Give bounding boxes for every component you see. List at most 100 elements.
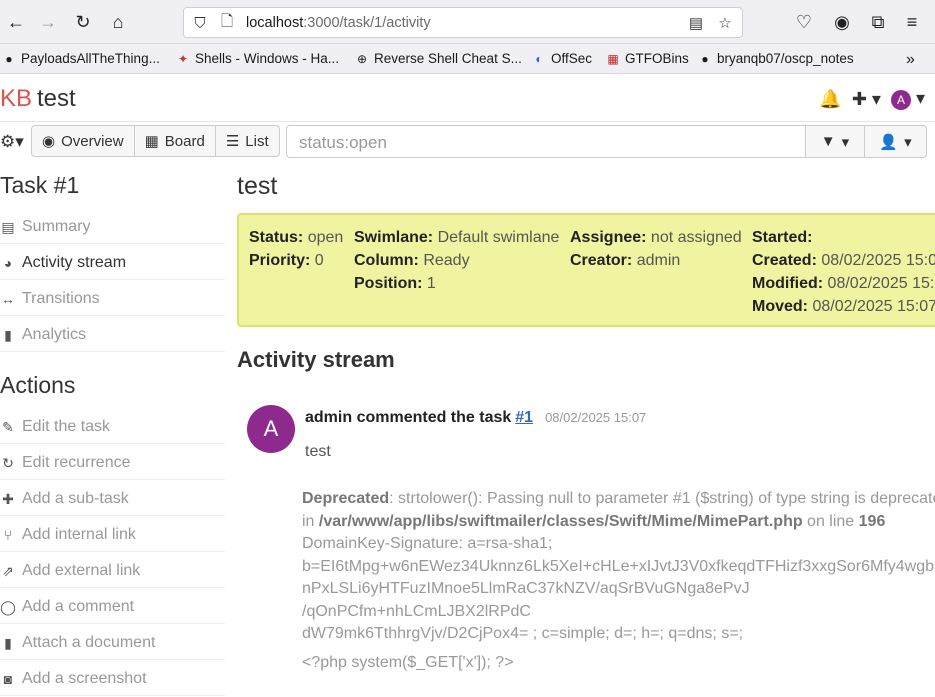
action-add-external-link[interactable]: ⇗ Add external link [0, 559, 140, 583]
filter-dropdown-button[interactable]: ▼ ▾ [805, 125, 865, 158]
sidebar-actions-title: Actions [0, 372, 76, 398]
dkim-line: dW79mk6TthhrgVjv/D2CjPox4= ; c=simple; d… [302, 625, 744, 642]
field-moved: Moved: 08/02/2025 15:07 [752, 298, 935, 315]
field-position: Position: 1 [354, 275, 436, 292]
avatar: A [890, 90, 911, 110]
sidebar-item-activity-stream[interactable]: ◕ Activity stream [0, 251, 126, 275]
dkim-line: b=EI6tMpg+w6nEWez34Uknnz6Lk5XeI+cHLe+xIJ… [302, 557, 935, 575]
app-header: KB test 🔔 ✚ ▾ A ▾ [0, 74, 935, 122]
globe-icon: ⊕ [356, 51, 368, 66]
refresh-icon: ↻ [2, 454, 14, 471]
newspaper-icon: ▤ [1, 218, 15, 235]
action-attach-document[interactable]: ▮ Attach a document [0, 631, 155, 655]
sidebar-divider [0, 279, 225, 280]
field-created: Created: 08/02/2025 15:0 [752, 252, 935, 269]
eye-icon: ◉ [42, 133, 56, 150]
page-info-icon[interactable]: 🗋 [217, 13, 237, 33]
pocket-icon[interactable]: ♡ [792, 10, 816, 34]
avatar: A [247, 405, 295, 453]
bookmark-3[interactable]: ◐ OffSec [532, 51, 592, 66]
field-modified: Modified: 08/02/2025 15: [752, 275, 935, 292]
comment-text: test [305, 443, 331, 460]
task-title: test [237, 172, 278, 200]
field-column: Column: Ready [354, 252, 470, 269]
view-overview-button[interactable]: ◉ Overview [31, 125, 135, 157]
action-add-subtask[interactable]: ✚ Add a sub-task [0, 487, 129, 511]
bookmarks-bar: ● PayloadsAllTheThing... ✦ Shells - Window… [0, 44, 935, 74]
browser-toolbar: ← → ↻ ⌂ ⛉ 🗋 localhost:3000/task/1/activi… [0, 0, 935, 44]
action-add-comment[interactable]: ◯ Add a comment [0, 595, 134, 619]
extension-avatar-icon[interactable]: ◉ [830, 10, 854, 34]
field-creator: Creator: admin [570, 252, 681, 269]
view-board-button[interactable]: ▦ Board [133, 125, 216, 157]
deprecated-warning: Deprecated: strtolower(): Passing null t… [302, 488, 935, 646]
field-assignee: Assignee: not assigned [570, 229, 742, 246]
url-bar[interactable]: ⛉ 🗋 localhost:3000/task/1/activity ▤ ☆ [183, 7, 743, 38]
dkim-line: nPxLSLi6yHTFuzIMnoe5LlmRaC37kNZV/aqSrBVu… [302, 580, 750, 597]
action-add-screenshot[interactable]: ◙ Add a screenshot [0, 667, 147, 691]
code-fork-icon: ⑂ [3, 527, 13, 543]
user-menu[interactable]: A ▾ [890, 88, 925, 110]
bookmark-1[interactable]: ✦ Shells - Windows - Ha... [176, 51, 339, 66]
filter-bar: ⚙▾ ◉ Overview ▦ Board ☰ List status:open ▼ ▾… [0, 124, 935, 160]
external-link-icon: ⇗ [2, 562, 14, 579]
home-icon[interactable]: ⌂ [106, 10, 130, 34]
shield-icon[interactable]: ⛉ [190, 13, 210, 33]
bookmark-star-icon[interactable]: ☆ [715, 13, 735, 33]
board-icon: ▦ [144, 133, 159, 150]
add-menu-icon[interactable]: ✚ ▾ [852, 89, 881, 110]
user-filter-button[interactable]: 👤 ▾ [864, 125, 927, 158]
sidebar-item-analytics[interactable]: ▮ Analytics [0, 323, 86, 347]
view-list-button[interactable]: ☰ List [214, 125, 280, 157]
menu-icon[interactable]: ≡ [900, 10, 924, 34]
action-add-internal-link[interactable]: ⑂ Add internal link [0, 523, 136, 547]
dkim-line: DomainKey-Signature: a=rsa-sha1; [302, 535, 553, 552]
dashboard-icon: ◕ [3, 255, 13, 271]
back-icon[interactable]: ← [4, 10, 28, 34]
sidebar-divider [0, 315, 225, 316]
sidebar-divider [0, 443, 225, 444]
plus-icon: ✚ [2, 490, 14, 507]
action-edit-recurrence[interactable]: ↻ Edit recurrence [0, 451, 130, 475]
bar-chart-icon: ▮ [4, 326, 12, 343]
bookmark-2[interactable]: ⊕ Reverse Shell Cheat S... [355, 51, 522, 66]
sidebar-divider [0, 551, 225, 552]
field-started: Started: [752, 229, 813, 246]
task-link[interactable]: #1 [515, 409, 533, 426]
bookmark-5[interactable]: ● bryanqb07/oscp_notes [698, 51, 853, 66]
task-summary-box: Status: open Priority: 0 Swimlane: Defau… [237, 213, 935, 327]
bookmark-4[interactable]: ▦ GTFOBins [606, 51, 688, 66]
search-input[interactable]: status:open [286, 125, 806, 158]
sidebar-task-title: Task #1 [0, 172, 80, 198]
sidebar-item-transitions[interactable]: ↔ Transitions [0, 287, 100, 311]
file-icon: ▮ [4, 634, 12, 651]
github-icon: ● [701, 51, 709, 66]
hacktricks-icon: ✦ [177, 51, 189, 66]
sidebar-divider [0, 659, 225, 660]
reader-view-icon[interactable]: ▤ [686, 13, 706, 33]
reload-icon[interactable]: ↻ [71, 10, 95, 34]
forward-icon[interactable]: → [36, 10, 60, 34]
bookmark-0[interactable]: ● PayloadsAllTheThing... [2, 51, 159, 66]
url-text[interactable]: localhost:3000/task/1/activity [246, 15, 431, 31]
camera-icon: ◙ [3, 671, 13, 687]
sidebar-divider [0, 623, 225, 624]
field-status: Status: open [249, 229, 344, 246]
extensions-icon[interactable]: ⧉ [866, 10, 890, 34]
sidebar-divider [0, 515, 225, 516]
user-icon: 👤 [879, 133, 899, 151]
project-settings-gear-icon[interactable]: ⚙▾ [0, 132, 24, 152]
bookmarks-overflow-icon[interactable]: » [906, 51, 915, 69]
sidebar-divider [0, 351, 225, 352]
sidebar-divider [0, 243, 225, 244]
github-icon: ● [5, 51, 13, 66]
list-icon: ☰ [225, 133, 240, 150]
notifications-icon[interactable]: 🔔 [819, 89, 841, 110]
gtfobins-icon: ▦ [607, 51, 619, 66]
offsec-icon: ◐ [535, 51, 543, 66]
sidebar-divider [0, 479, 225, 480]
app-logo[interactable]: KB test [0, 85, 76, 113]
sidebar-item-summary[interactable]: ▤ Summary [0, 215, 90, 239]
arrows-h-icon: ↔ [1, 291, 15, 307]
action-edit-task[interactable]: ✎ Edit the task [0, 415, 110, 439]
